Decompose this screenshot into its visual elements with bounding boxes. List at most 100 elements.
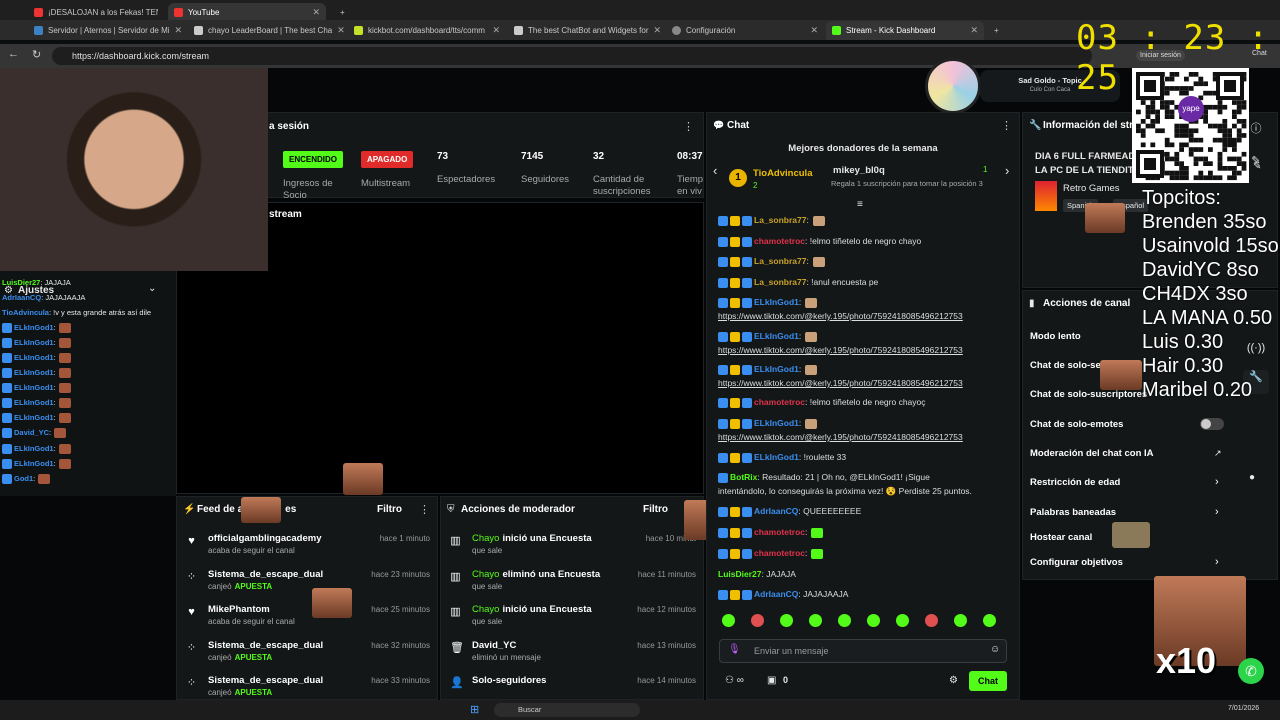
chart-icon: ▥ [450,535,461,547]
mod-action-item[interactable]: 🗑 David_YC eliminó un mensaje hace 13 minut… [440,639,704,671]
tab-config[interactable]: Configuración ✕ [666,21,824,40]
emote-icon[interactable]: ● [1249,472,1255,483]
chat-username[interactable]: chamotetroc [754,548,805,558]
chat-username[interactable]: LuisDier27 [718,569,761,579]
mod-user: Chayo [472,568,500,580]
chevron-right-icon[interactable]: › [1215,556,1219,568]
chat-username[interactable]: chamotetroc [754,397,805,407]
tab-aternos[interactable]: Servidor | Aternos | Servidor de Mi ✕ [28,21,186,40]
channel-action-item[interactable]: Restricción de edad [1030,477,1120,488]
emote-shortcut-icon[interactable] [954,614,967,627]
emoji-icon[interactable]: ☺ [990,644,1000,655]
chat-text: : !v y esta grande atrás así dile [48,308,152,317]
back-icon[interactable]: ← [8,48,19,60]
chevron-down-icon[interactable]: ⌄ [148,283,156,294]
chat-message: chamotetroc: !elmo tiñetelo de negro cha… [718,236,921,247]
close-icon[interactable]: ✕ [654,25,662,36]
tab-chatbot[interactable]: The best ChatBot and Widgets for ✕ [508,21,666,40]
kebab-icon[interactable]: ⋮ [1001,119,1012,132]
chat-username[interactable]: La_sonbra77 [754,277,806,287]
channel-action-item[interactable]: Chat de solo-emotes [1030,419,1123,430]
send-chat-button[interactable]: Chat [969,671,1007,691]
new-tab-button[interactable]: + [988,21,1004,40]
feed-item[interactable]: ⁘ Sistema_de_escape_dual canjeó APUESTA hace… [176,639,438,671]
mod-action-item[interactable]: ▥ Chayo inició una Encuesta que sale hace 12… [440,603,704,635]
tab-kick-dashboard[interactable]: Stream - Kick Dashboard ✕ [826,21,984,40]
tab-kickbot[interactable]: kickbot.com/dashboard/tts/comm ✕ [348,21,506,40]
chat-username[interactable]: ELkInGod1 [754,331,799,341]
chevron-left-icon[interactable]: ‹ [713,163,717,178]
emote-shortcut-icon[interactable] [722,614,735,627]
gear-icon[interactable]: ⚙ [949,675,958,686]
feed-item[interactable]: ⁘ Sistema_de_escape_dual canjeó APUESTA hace… [176,568,438,600]
feed-item[interactable]: ♥ MikePhantom acaba de seguir el canal hace… [176,603,438,635]
chat-username[interactable]: ELkInGod1 [754,452,799,462]
chat-text[interactable]: https://www.tiktok.com/@kerly.195/photo/… [718,378,963,388]
chat-input[interactable]: Enviar un mensaje [754,646,829,656]
emote-shortcut-icon[interactable] [896,614,909,627]
chat-text[interactable]: https://www.tiktok.com/@kerly.195/photo/… [718,432,963,442]
tab-leaderboard[interactable]: chayo LeaderBoard | The best Cha ✕ [188,21,346,40]
emote-shortcut-icon[interactable] [751,614,764,627]
chat-username[interactable]: chamotetroc [754,236,805,246]
mod-action-item[interactable]: ▥ Chayo inició una Encuesta que sale hace 10… [440,532,704,564]
chat-username[interactable]: ELkInGod1 [754,297,799,307]
chat-text: : Resultado: 21 | Oh no, @ELkInGod1! ¡Si… [757,472,930,482]
chat-input-box[interactable]: 🎙 Enviar un mensaje ☺ [719,639,1007,663]
chevron-right-icon[interactable]: › [1005,163,1009,178]
users-icon[interactable]: ⚇ ∞ [725,675,744,686]
emote-icon [58,413,71,424]
close-icon[interactable]: ✕ [312,7,320,18]
emote-shortcut-icon[interactable] [983,614,996,627]
chat-text: : JAJAJA [761,569,796,579]
chat-text[interactable]: https://www.tiktok.com/@kerly.195/photo/… [718,311,963,321]
filter-icon[interactable]: ≡ [857,199,863,210]
emote-icon [805,297,818,308]
kebab-icon[interactable]: ⋮ [419,503,430,516]
windows-start-icon[interactable]: ⊞ [470,703,479,716]
emote-shortcut-icon[interactable] [809,614,822,627]
chat-username[interactable]: chamotetroc [754,527,805,537]
feed-item[interactable]: ♥ officialgamblingacademy acaba de seguir … [176,532,438,564]
channel-action-item[interactable]: Hostear canal [1030,532,1092,543]
channel-action-item[interactable]: Palabras baneadas [1030,507,1116,518]
close-icon[interactable]: ✕ [492,25,500,36]
channel-action-item[interactable]: Modo lento [1030,331,1081,342]
chat-text[interactable]: https://www.tiktok.com/@kerly.195/photo/… [718,345,963,355]
close-icon[interactable]: ✕ [810,25,818,36]
gift-icon[interactable]: ▣ [767,675,776,686]
chat-username[interactable]: ELkInGod1 [754,364,799,374]
chat-username[interactable]: BotRix [730,472,757,482]
chat-text: : !anul encuesta pe [806,277,879,287]
filter-button[interactable]: Filtro [643,504,668,515]
mic-icon[interactable]: 🎙 [728,644,741,655]
mod-action-item[interactable]: ▥ Chayo eliminó una Encuesta que sale hace 1… [440,568,704,600]
channel-action-item[interactable]: Configurar objetivos [1030,557,1123,568]
reload-icon[interactable]: ↻ [32,48,41,61]
emote-shortcut-icon[interactable] [780,614,793,627]
close-icon[interactable]: ✕ [175,25,183,36]
channel-action-item[interactable]: Chat de solo-seg [1030,360,1107,371]
chat-username[interactable]: AdrIaanCQ [754,506,798,516]
badge-icon [718,472,728,483]
close-icon[interactable]: ✕ [970,25,978,36]
emote-shortcut-icon[interactable] [838,614,851,627]
kebab-icon[interactable]: ⋮ [683,120,694,133]
toggle-emotes[interactable] [1200,418,1224,430]
chat-username[interactable]: La_sonbra77 [754,256,806,266]
topcitos-line: LA MANA 0.50 [1142,307,1273,329]
channel-action-item[interactable]: Moderación del chat con IA [1030,448,1154,459]
emote-shortcut-icon[interactable] [867,614,880,627]
chat-username[interactable]: La_sonbra77 [754,215,806,225]
filter-button[interactable]: Filtro [377,504,402,515]
close-icon[interactable]: ✕ [337,25,345,36]
chat-username[interactable]: AdrIaanCQ [754,589,798,599]
chevron-right-icon[interactable]: › [1215,476,1219,488]
external-link-icon[interactable]: ↗ [1214,448,1222,459]
chevron-right-icon[interactable]: › [1215,506,1219,518]
chat-username[interactable]: ELkInGod1 [754,418,799,428]
badge-icon [718,506,728,517]
emote-shortcut-icon[interactable] [925,614,938,627]
channel-action-item[interactable]: Chat de solo-suscriptores [1030,389,1147,400]
taskbar-search[interactable]: Buscar [494,703,640,717]
